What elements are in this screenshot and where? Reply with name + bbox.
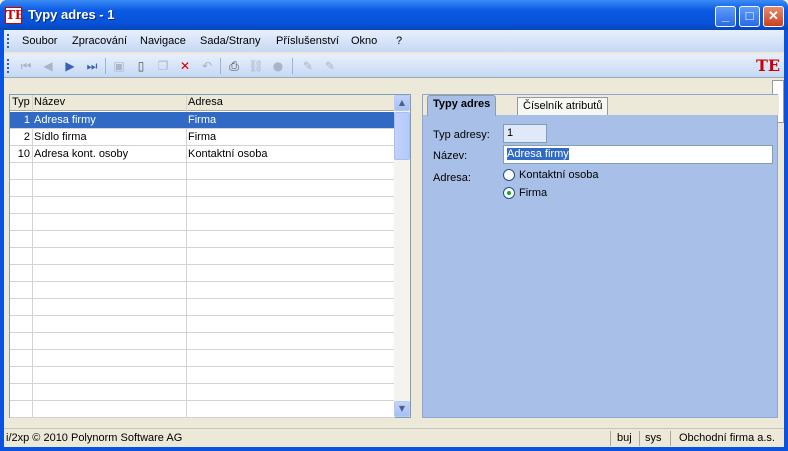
cell-typ: 1	[23, 114, 30, 126]
cell-nazev: Adresa kont. osoby	[34, 148, 129, 160]
status-company: Obchodní firma a.s.	[679, 432, 775, 444]
link-icon[interactable]: ⛓	[248, 58, 264, 74]
maximize-button[interactable]: □	[739, 6, 760, 27]
app-window: TE Typy adres - 1 _ □ ✕ Soubor Zpracován…	[0, 0, 788, 451]
radio-kontaktni-osoba-label[interactable]: Kontaktní osoba	[519, 169, 599, 181]
menu-okno[interactable]: Okno	[351, 35, 377, 47]
table-row[interactable]	[10, 367, 395, 384]
radio-firma[interactable]	[503, 187, 515, 199]
menu-bar: Soubor Zpracování Navigace Sada/Strany P…	[4, 30, 784, 52]
toolbar-separator	[220, 58, 221, 74]
table-row[interactable]	[10, 163, 395, 180]
toolbar-separator	[105, 58, 106, 74]
status-user: buj	[617, 432, 632, 444]
cell-nazev: Adresa firmy	[34, 114, 96, 126]
typ-adresy-label: Typ adresy:	[433, 129, 490, 141]
menu-soubor[interactable]: Soubor	[22, 35, 57, 47]
tab-bar: Typy adres Číselník atributů	[423, 95, 779, 116]
table-row[interactable]	[10, 197, 395, 214]
table-row[interactable]	[10, 316, 395, 333]
toolbar: ⏮ ◀ ▶ ⏭ ▣ ▯ ❐ ✕ ↶ ⎙ ⛓ ● ✎ ✎ TE	[4, 54, 784, 78]
table-row[interactable]	[10, 384, 395, 401]
status-separator	[670, 431, 671, 446]
title-bar[interactable]: TE Typy adres - 1 _ □ ✕	[0, 0, 788, 30]
new-icon[interactable]: ▯	[133, 58, 149, 74]
toolbar-separator	[292, 58, 293, 74]
status-bar: i/2xp © 2010 Polynorm Software AG buj sy…	[4, 428, 784, 447]
next-record-icon[interactable]: ▶	[62, 58, 78, 74]
menu-prislusenstvi[interactable]: Příslušenství	[276, 35, 339, 47]
table-row[interactable]	[10, 180, 395, 197]
grid-header: Typ Název Adresa	[10, 95, 395, 111]
cell-adresa: Kontaktní osoba	[188, 148, 268, 160]
column-header-typ[interactable]: Typ	[12, 96, 30, 108]
minimize-button[interactable]: _	[715, 6, 736, 27]
undo-icon[interactable]: ↶	[199, 58, 215, 74]
app-logo-icon: TE	[5, 7, 25, 24]
scroll-thumb[interactable]	[394, 112, 410, 160]
table-row[interactable]: 1 Adresa firmy Firma	[10, 112, 395, 129]
cell-typ: 10	[17, 148, 30, 160]
menu-grip-icon[interactable]	[7, 34, 10, 48]
menu-sada-strany[interactable]: Sada/Strany	[200, 35, 261, 47]
close-button[interactable]: ✕	[763, 6, 784, 27]
menu-zpracovani[interactable]: Zpracování	[72, 35, 127, 47]
scroll-up-button[interactable]: ▲	[394, 95, 410, 111]
copy-icon[interactable]: ❐	[155, 58, 171, 74]
status-separator	[639, 431, 640, 446]
vertical-scrollbar[interactable]: ▲ ▼	[394, 95, 410, 417]
table-row[interactable]: 10 Adresa kont. osoby Kontaktní osoba	[10, 146, 395, 163]
brand-logo-icon: TE	[756, 56, 781, 75]
address-types-grid[interactable]: Typ Název Adresa 1 Adresa firmy Firma 2 Sídl…	[9, 94, 411, 418]
window-title: Typy adres - 1	[28, 7, 115, 22]
tab-ciselnik-atributu[interactable]: Číselník atributů	[517, 97, 609, 115]
adresa-label: Adresa:	[433, 172, 471, 184]
scroll-down-button[interactable]: ▼	[394, 401, 410, 417]
status-db: sys	[645, 432, 662, 444]
table-row[interactable]	[10, 214, 395, 231]
status-copyright: i/2xp © 2010 Polynorm Software AG	[6, 432, 183, 444]
radio-kontaktni-osoba[interactable]	[503, 169, 515, 181]
edit-icon[interactable]: ✎	[300, 58, 316, 74]
tab-typy-adres[interactable]: Typy adres	[427, 95, 497, 116]
nazev-value: Adresa firmy	[507, 148, 569, 160]
toolbar-grip-icon[interactable]	[7, 59, 10, 73]
print-icon[interactable]: ⎙	[226, 58, 242, 74]
table-row[interactable]	[10, 231, 395, 248]
table-row[interactable]	[10, 248, 395, 265]
nazev-field[interactable]: Adresa firmy	[503, 145, 773, 164]
client-area: Soubor Zpracování Navigace Sada/Strany P…	[4, 30, 784, 447]
first-record-icon[interactable]: ⏮	[18, 58, 34, 74]
table-row[interactable]	[10, 350, 395, 367]
detail-panel: Typy adres Číselník atributů Typ adresy:…	[422, 94, 779, 418]
cell-nazev: Sídlo firma	[34, 131, 87, 143]
radio-firma-label[interactable]: Firma	[519, 187, 547, 199]
typ-adresy-field[interactable]: 1	[503, 124, 547, 143]
status-separator	[610, 431, 611, 446]
column-header-nazev[interactable]: Název	[34, 96, 65, 108]
table-row[interactable]	[10, 282, 395, 299]
cell-adresa: Firma	[188, 114, 217, 126]
table-row[interactable]	[10, 299, 395, 316]
table-row[interactable]: 2 Sídlo firma Firma	[10, 129, 395, 146]
table-row[interactable]	[10, 333, 395, 350]
radio-checked-dot	[507, 191, 511, 195]
menu-help[interactable]: ?	[396, 35, 402, 47]
table-row[interactable]	[10, 401, 395, 418]
column-header-adresa[interactable]: Adresa	[188, 96, 223, 108]
delete-icon[interactable]: ✕	[177, 58, 193, 74]
save-icon[interactable]: ▣	[111, 58, 127, 74]
nazev-label: Název:	[433, 150, 468, 162]
previous-record-icon[interactable]: ◀	[40, 58, 56, 74]
cell-adresa: Firma	[188, 131, 217, 143]
last-record-icon[interactable]: ⏭	[84, 58, 100, 74]
table-row[interactable]	[10, 265, 395, 282]
info-icon[interactable]: ●	[270, 58, 286, 74]
menu-navigace[interactable]: Navigace	[140, 35, 186, 47]
cell-typ: 2	[23, 131, 30, 143]
edit2-icon[interactable]: ✎	[322, 58, 338, 74]
